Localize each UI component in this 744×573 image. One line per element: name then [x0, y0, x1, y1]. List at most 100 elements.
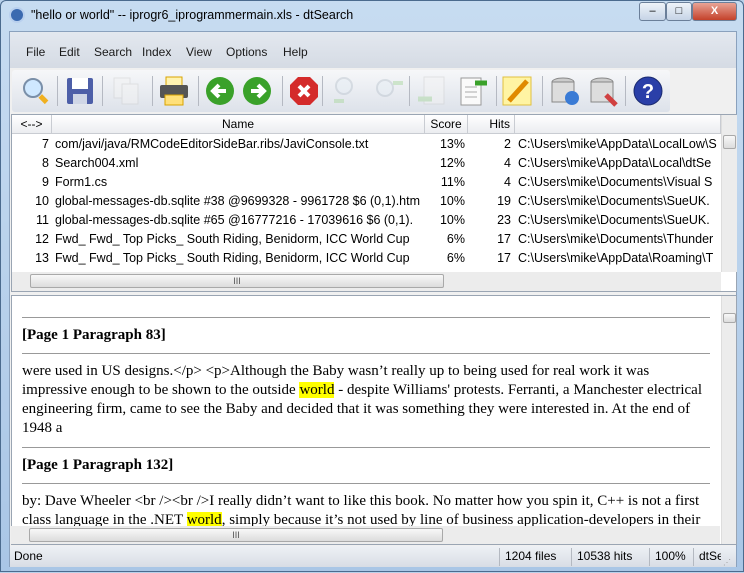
forward-icon — [243, 77, 271, 105]
svg-text:?: ? — [642, 81, 654, 103]
help-button[interactable]: ? — [632, 75, 664, 107]
menu-options[interactable]: Options — [226, 45, 267, 59]
paragraph-heading: [Page 1 Paragraph 132] — [22, 457, 174, 473]
back-icon — [206, 77, 234, 105]
toolbar-separator — [625, 76, 626, 106]
toolbar-separator — [322, 76, 323, 106]
hit-count: 4 — [504, 175, 511, 189]
table-row[interactable]: 9 Form1.cs 11% 4 C:\Users\mike\Documents\Vis… — [12, 173, 722, 192]
minimize-button[interactable]: – — [639, 2, 666, 21]
results-horizontal-scrollbar[interactable]: III — [12, 272, 721, 291]
index-manager-button[interactable] — [588, 75, 620, 107]
menu-edit[interactable]: Edit — [59, 45, 80, 59]
toolbar-separator — [409, 76, 410, 106]
table-row[interactable]: 7 com/javi/java/RMCodeEditorSideBar.ribs/… — [12, 135, 722, 154]
menu-file[interactable]: File — [26, 45, 45, 59]
search-hit-highlight[interactable]: world — [299, 382, 335, 398]
column-header-path[interactable] — [515, 115, 721, 134]
toolbar-separator — [198, 76, 199, 106]
edit-button[interactable] — [501, 75, 533, 107]
file-path: C:\Users\mike\AppData\Local\dtSe — [518, 156, 712, 170]
menu-index[interactable]: Index — [142, 45, 171, 59]
back-button[interactable] — [204, 75, 236, 107]
preview-vertical-scroll-thumb[interactable] — [723, 313, 736, 323]
menu-view[interactable]: View — [186, 45, 212, 59]
column-header-number[interactable]: <--> — [12, 115, 52, 134]
stop-button[interactable] — [288, 75, 320, 107]
preview-text-line: by: Dave Wheeler <br /><br />I really di… — [22, 492, 699, 511]
copy-button[interactable] — [110, 75, 142, 107]
table-row[interactable]: 12 Fwd_ Fwd_ Top Picks_ South Riding, Ben… — [12, 230, 722, 249]
file-name: global-messages-db.sqlite #38 @9699328 -… — [55, 194, 421, 208]
menu-help[interactable]: Help — [283, 45, 308, 59]
app-window: "hello or world" -- iprogr6_iprogrammerm… — [0, 0, 744, 572]
toolbar-separator — [102, 76, 103, 106]
hit-count: 23 — [497, 213, 511, 227]
results-horizontal-scroll-thumb[interactable]: III — [30, 274, 444, 288]
search-button[interactable] — [20, 75, 52, 107]
save-icon — [67, 78, 93, 104]
divider — [22, 447, 710, 448]
save-button[interactable] — [64, 75, 96, 107]
results-vertical-scroll-thumb[interactable] — [723, 135, 736, 149]
next-document-icon — [460, 77, 487, 106]
file-path: C:\Users\mike\Documents\SueUK. — [518, 213, 710, 227]
file-path: C:\Users\mike\AppData\Roaming\T — [518, 251, 714, 265]
toolbar-separator — [152, 76, 153, 106]
file-name: Fwd_ Fwd_ Top Picks_ South Riding, Benid… — [55, 232, 410, 246]
update-index-button[interactable] — [549, 75, 581, 107]
edit-icon — [502, 76, 532, 106]
table-row[interactable]: 10 global-messages-db.sqlite #38 @9699328… — [12, 192, 722, 211]
resize-grip-icon[interactable]: ⋰ — [723, 552, 731, 573]
table-row[interactable]: 11 global-messages-db.sqlite #65 @1677721… — [12, 211, 722, 230]
close-button[interactable]: X — [692, 2, 737, 21]
print-button[interactable] — [158, 75, 190, 107]
column-header-hits[interactable]: Hits — [468, 115, 515, 134]
text: - despite Williams' protests. Ferranti, … — [334, 382, 702, 398]
results-table: <--> Name Score Hits 7 com/javi/java/RMCo… — [11, 114, 737, 292]
previous-document-button[interactable] — [416, 75, 448, 107]
table-row[interactable]: 13 Fwd_ Fwd_ Top Picks_ South Riding, Ben… — [12, 249, 722, 268]
status-file-count: 1204 files — [499, 548, 571, 566]
file-name: global-messages-db.sqlite #65 @16777216 … — [55, 213, 414, 227]
status-hit-count: 10538 hits — [571, 548, 649, 566]
score: 11% — [440, 175, 465, 189]
previous-document-icon — [418, 76, 445, 105]
preview-horizontal-scroll-thumb[interactable]: III — [29, 528, 443, 542]
next-hit-button[interactable] — [373, 75, 405, 107]
file-path: C:\Users\mike\Documents\Visual S — [518, 175, 713, 189]
divider — [22, 353, 710, 354]
divider — [22, 317, 710, 318]
row-number: 12 — [35, 232, 49, 246]
file-path: C:\Users\mike\AppData\LocalLow\S — [518, 137, 717, 151]
column-header-name[interactable]: Name — [52, 115, 425, 134]
score: 13% — [439, 137, 465, 151]
search-icon — [23, 78, 49, 105]
stop-icon — [290, 77, 318, 105]
toolbar-separator — [542, 76, 543, 106]
maximize-button[interactable]: □ — [666, 2, 692, 21]
file-path: C:\Users\mike\Documents\Thunder — [518, 232, 714, 246]
file-name: Fwd_ Fwd_ Top Picks_ South Riding, Benid… — [55, 251, 410, 265]
forward-button[interactable] — [241, 75, 273, 107]
divider — [22, 483, 710, 484]
row-number: 9 — [42, 175, 49, 189]
row-number: 11 — [36, 213, 49, 227]
status-bar: Done 1204 files 10538 hits 100% dtSe ⋰ — [10, 546, 736, 567]
toolbar-separator — [496, 76, 497, 106]
print-icon — [160, 76, 188, 106]
menu-bar: File Edit Search Index View Options Help — [10, 32, 736, 68]
next-document-button[interactable] — [457, 75, 489, 107]
row-number: 8 — [42, 156, 49, 170]
update-index-icon — [551, 77, 579, 105]
column-header-score[interactable]: Score — [425, 115, 468, 134]
table-row[interactable]: 8 Search004.xml 12% 4 C:\Users\mike\AppData\… — [12, 154, 722, 173]
text: by: Dave Wheeler <br /><br />I really di… — [22, 493, 700, 509]
preview-vertical-scrollbar[interactable] — [721, 296, 736, 544]
status-app: dtSe — [693, 548, 721, 566]
score: 10% — [439, 194, 465, 208]
preview-horizontal-scrollbar[interactable]: III — [11, 526, 720, 544]
previous-hit-button[interactable] — [330, 75, 362, 107]
results-vertical-scrollbar[interactable] — [721, 115, 737, 272]
menu-search[interactable]: Search — [94, 45, 132, 59]
